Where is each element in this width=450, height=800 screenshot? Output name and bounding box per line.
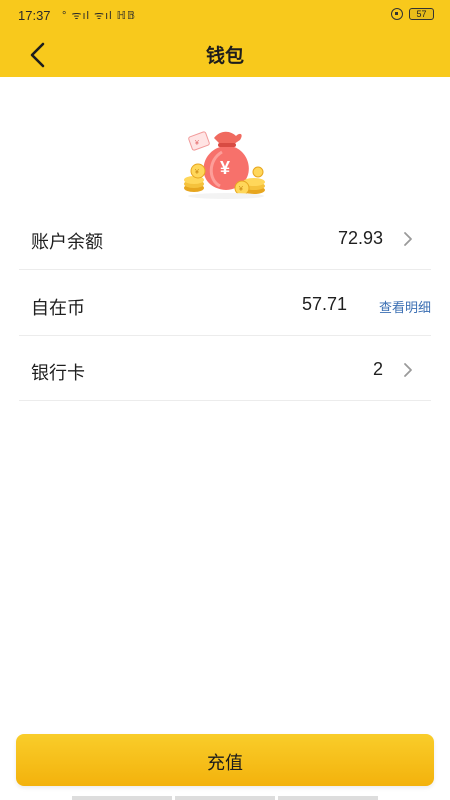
- bottom-strip: [0, 796, 450, 800]
- money-bag-icon: ¥ ¥ ¥ ¥: [184, 131, 265, 199]
- view-details-link[interactable]: 查看明细: [379, 297, 431, 316]
- navigation-bar: 钱包: [0, 32, 450, 77]
- svg-text:¥: ¥: [220, 158, 230, 178]
- bottom-strip-segment: [175, 796, 275, 800]
- bottom-strip-segment: [278, 796, 378, 800]
- svg-text:¥: ¥: [239, 186, 243, 193]
- account-balance-row[interactable]: 账户余额 72.93: [19, 204, 431, 270]
- status-bar: 17:37 ° ᯤıl ᯤıl ℍ𝔹 57: [0, 0, 450, 32]
- zizai-coin-row: 自在币 57.71 查看明细: [19, 270, 431, 336]
- battery-icon: 57: [409, 8, 434, 20]
- status-time: 17:37: [18, 8, 51, 23]
- wallet-screen: 17:37 ° ᯤıl ᯤıl ℍ𝔹 57 钱包 ¥ ¥ ¥ ¥ 账户余额 72…: [0, 0, 450, 800]
- zizai-coin-value: 57.71: [301, 294, 347, 314]
- lock-icon: [391, 8, 403, 20]
- red-envelope-icon: ¥: [188, 131, 210, 151]
- signal-indicators: ° ᯤıl ᯤıl ℍ𝔹: [62, 10, 137, 22]
- top-bar: 17:37 ° ᯤıl ᯤıl ℍ𝔹 57 钱包: [0, 0, 450, 77]
- account-balance-value: 72.93: [337, 228, 383, 248]
- chevron-right-icon[interactable]: [401, 230, 415, 248]
- svg-text:¥: ¥: [195, 169, 199, 176]
- status-right-icons: 57: [391, 8, 434, 20]
- chevron-right-icon[interactable]: [401, 361, 415, 379]
- bank-card-label: 银行卡: [31, 363, 85, 384]
- svg-text:¥: ¥: [195, 140, 199, 147]
- page-title: 钱包: [205, 45, 244, 67]
- zizai-coin-label: 自在币: [31, 298, 85, 319]
- account-balance-label: 账户余额: [31, 232, 103, 253]
- recharge-button[interactable]: 充值: [16, 734, 434, 786]
- bank-card-count: 2: [372, 359, 383, 379]
- bottom-strip-segment: [72, 796, 172, 800]
- bank-card-row[interactable]: 银行卡 2: [19, 335, 431, 401]
- recharge-button-label: 充值: [207, 753, 243, 774]
- coins-left-icon: ¥: [184, 163, 206, 192]
